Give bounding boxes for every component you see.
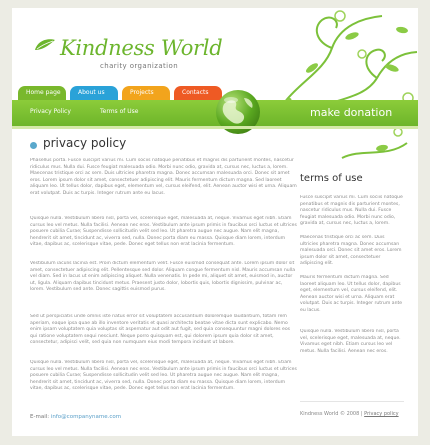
page-title: privacy policy [43,136,127,150]
sidebar-paragraph: Quisque nulla. Vestibulum libero nisl, p… [300,329,401,354]
paragraph: Phasellus porta. Fusce suscipit varius m… [30,158,297,196]
paragraph: Sed ut perspiciatis unde omnis iste natu… [30,314,291,346]
tab-home[interactable]: Home page [18,86,66,100]
copyright-text: Kindness World © 2008 | [300,411,363,417]
subnav-privacy[interactable]: Privacy Policy [30,108,71,115]
leaf-logo-icon [35,39,55,50]
sidebar-paragraph: Fusce suscipit varius mi. Cum sociis nat… [300,195,403,227]
divider-stripe [12,126,418,129]
make-donation-link[interactable]: make donation [310,106,392,119]
globe-icon [216,90,260,134]
email-label: E-mail: [30,414,50,420]
bullet-icon [30,142,37,149]
header: Kindness World charity organization [12,8,418,159]
page: Kindness World charity organization Home… [12,8,418,436]
sidebar-title: terms of use [300,173,363,184]
tab-contacts-label: Contacts [182,89,209,96]
tab-about-label: About us [78,89,105,96]
copyright: Kindness World © 2008 | Privacy policy [300,411,399,417]
paragraph: Quisque nulla. Vestibulum libero nisl, p… [30,216,297,248]
logo-subtitle: charity organization [100,62,179,70]
footer-divider [300,401,404,402]
privacy-policy-link[interactable]: Privacy policy [364,411,398,417]
paragraph: Vestibulum iaculis lacinia est. Proin di… [30,261,296,293]
tab-home-label: Home page [26,89,61,96]
email-link[interactable]: info@companyname.com [51,414,121,420]
email-row: E-mail: info@companyname.com [30,414,121,420]
subnav-terms[interactable]: Terms of Use [100,108,138,115]
paragraph: Quisque nulla. Vestibulum libero nisl, p… [30,360,297,392]
sidebar-paragraph: Maecenas tristique orci ac sem. Duis ult… [300,235,402,267]
tab-about[interactable]: About us [70,86,118,100]
sidebar-paragraph: Mauris fermentum dictum magna. Sed laore… [300,275,403,313]
tab-projects[interactable]: Projects [122,86,170,100]
logo-title[interactable]: Kindness World [60,36,223,60]
tab-projects-label: Projects [130,89,154,96]
